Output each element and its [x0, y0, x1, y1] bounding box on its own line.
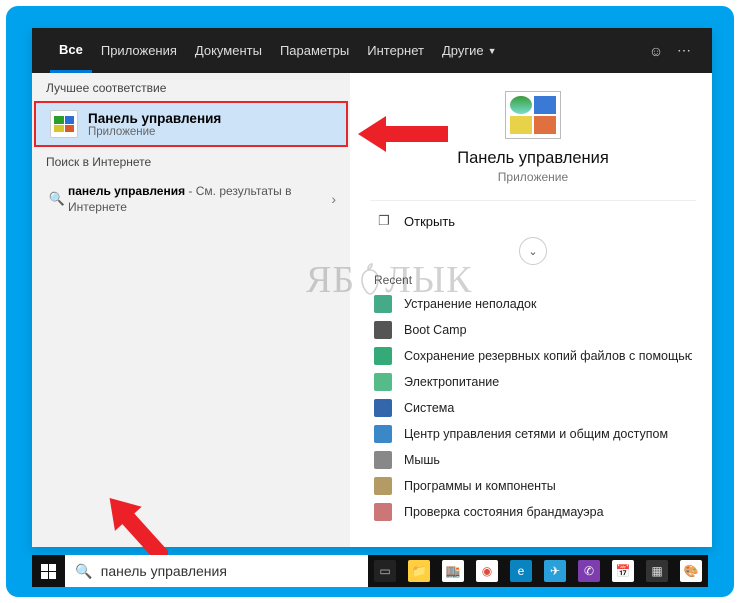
tab-all[interactable]: Все: [50, 28, 92, 73]
recent-item-label: Сохранение резервных копий файлов с помо…: [404, 349, 692, 363]
taskbar-app-paint[interactable]: 🎨: [674, 555, 708, 587]
taskbar-search-box[interactable]: 🔍: [65, 555, 368, 587]
feedback-icon[interactable]: ☺: [642, 43, 670, 59]
tab-internet[interactable]: Интернет: [358, 28, 433, 73]
recent-item[interactable]: Электропитание: [374, 369, 692, 395]
windows-logo-icon: [41, 564, 56, 579]
taskbar-app-calendar[interactable]: 📅: [606, 555, 640, 587]
recent-item[interactable]: Boot Camp: [374, 317, 692, 343]
recent-item-icon: [374, 295, 392, 313]
chevron-down-icon: ▼: [488, 46, 497, 56]
taskbar-app-store[interactable]: 🏬: [436, 555, 470, 587]
taskbar-app-edge[interactable]: e: [504, 555, 538, 587]
telegram-icon: ✈: [544, 560, 566, 582]
recent-item-label: Электропитание: [404, 375, 499, 389]
web-search-result[interactable]: 🔍 панель управления - См. результаты в И…: [32, 175, 350, 223]
recent-item-label: Система: [404, 401, 454, 415]
recent-item[interactable]: Центр управления сетями и общим доступом: [374, 421, 692, 447]
taskbar-app-viber[interactable]: ✆: [572, 555, 606, 587]
chevron-right-icon: ›: [331, 191, 336, 207]
web-search-text: панель управления - См. результаты в Инт…: [68, 183, 331, 215]
recent-item-label: Программы и компоненты: [404, 479, 556, 493]
store-icon: 🏬: [442, 560, 464, 582]
taskbar: 🔍 ▭ 📁 🏬 ◉ e ✈ ✆ 📅 ▦ 🎨: [32, 555, 708, 587]
search-input[interactable]: [101, 563, 358, 579]
search-icon: 🔍: [46, 191, 68, 207]
viber-icon: ✆: [578, 560, 600, 582]
recent-item-icon: [374, 451, 392, 469]
taskbar-pinned-apps: ▭ 📁 🏬 ◉ e ✈ ✆ 📅 ▦ 🎨: [368, 555, 708, 587]
taskbar-app-calculator[interactable]: ▦: [640, 555, 674, 587]
search-filter-tabs: Все Приложения Документы Параметры Интер…: [32, 28, 712, 73]
best-match-header: Лучшее соответствие: [32, 73, 350, 101]
paint-icon: 🎨: [680, 560, 702, 582]
tab-apps[interactable]: Приложения: [92, 28, 186, 73]
results-left-column: Лучшее соответствие Панель управления Пр…: [32, 73, 350, 547]
recent-item-label: Проверка состояния брандмауэра: [404, 505, 604, 519]
open-action[interactable]: ❐ Открыть: [374, 211, 692, 231]
calendar-icon: 📅: [612, 560, 634, 582]
open-icon: ❐: [374, 211, 394, 231]
taskbar-app-chrome[interactable]: ◉: [470, 555, 504, 587]
best-match-result[interactable]: Панель управления Приложение: [34, 101, 348, 147]
task-view-icon: ▭: [374, 560, 396, 582]
preview-subtitle: Приложение: [374, 170, 692, 184]
chevron-down-icon: ⌄: [528, 245, 537, 258]
tab-settings[interactable]: Параметры: [271, 28, 358, 73]
recent-item[interactable]: Программы и компоненты: [374, 473, 692, 499]
more-options-icon[interactable]: ⋯: [670, 42, 698, 59]
recent-item-label: Boot Camp: [404, 323, 467, 337]
recent-item[interactable]: Система: [374, 395, 692, 421]
recent-item[interactable]: Мышь: [374, 447, 692, 473]
start-button[interactable]: [32, 555, 65, 587]
recent-header: Recent: [374, 273, 692, 287]
recent-item[interactable]: Сохранение резервных копий файлов с помо…: [374, 343, 692, 369]
recent-item-icon: [374, 477, 392, 495]
taskbar-app-telegram[interactable]: ✈: [538, 555, 572, 587]
recent-item-icon: [374, 347, 392, 365]
taskbar-app-file-explorer[interactable]: 📁: [402, 555, 436, 587]
recent-item-icon: [374, 321, 392, 339]
desktop-background: Все Приложения Документы Параметры Интер…: [6, 6, 734, 597]
control-panel-icon: [50, 110, 78, 138]
recent-item-label: Мышь: [404, 453, 440, 467]
tab-documents[interactable]: Документы: [186, 28, 271, 73]
recent-item-label: Центр управления сетями и общим доступом: [404, 427, 668, 441]
recent-item-icon: [374, 425, 392, 443]
search-results-panel: Все Приложения Документы Параметры Интер…: [32, 28, 712, 547]
file-explorer-icon: 📁: [408, 560, 430, 582]
control-panel-large-icon: [505, 91, 561, 139]
recent-item-label: Устранение неполадок: [404, 297, 536, 311]
edge-icon: e: [510, 560, 532, 582]
calculator-icon: ▦: [646, 560, 668, 582]
recent-item[interactable]: Проверка состояния брандмауэра: [374, 499, 692, 525]
divider: [370, 200, 696, 201]
search-icon: 🔍: [75, 563, 92, 580]
best-match-title: Панель управления: [88, 111, 221, 126]
recent-list: Устранение неполадок Boot Camp Сохранение …: [374, 291, 692, 525]
chrome-icon: ◉: [476, 560, 498, 582]
recent-item-icon: [374, 399, 392, 417]
recent-item[interactable]: Устранение неполадок: [374, 291, 692, 317]
best-match-subtitle: Приложение: [88, 126, 221, 138]
recent-item-icon: [374, 503, 392, 521]
expand-button[interactable]: ⌄: [519, 237, 547, 265]
tab-more-label: Другие: [442, 43, 484, 58]
recent-item-icon: [374, 373, 392, 391]
tab-more[interactable]: Другие ▼: [433, 28, 506, 73]
open-label: Открыть: [404, 214, 455, 229]
annotation-arrow: [358, 112, 448, 156]
taskbar-app-task-view[interactable]: ▭: [368, 555, 402, 587]
web-search-header: Поиск в Интернете: [32, 147, 350, 175]
